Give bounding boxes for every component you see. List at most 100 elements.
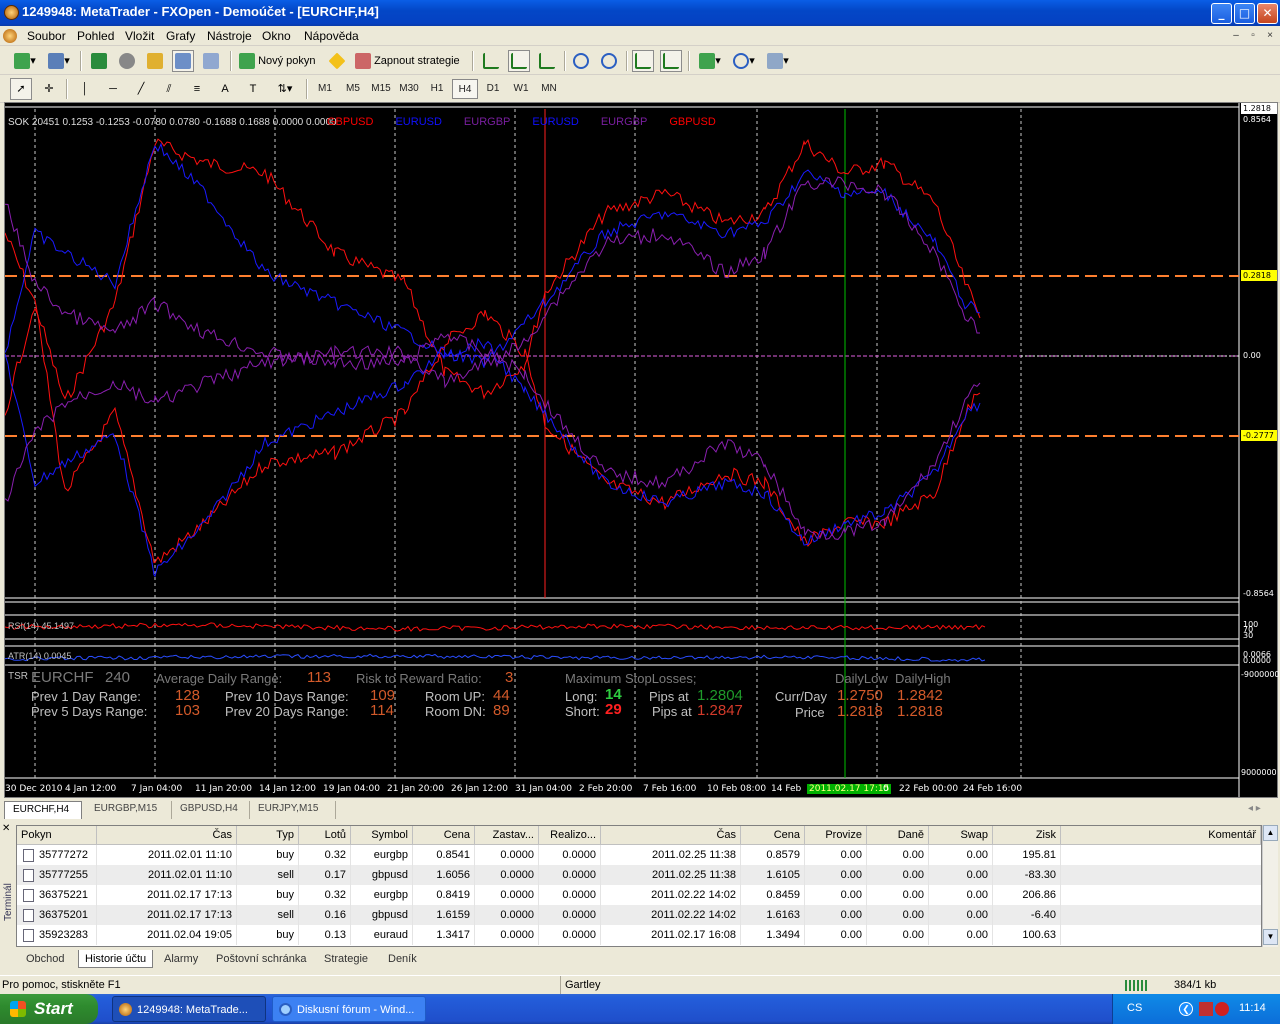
column-header[interactable]: Swap [929,826,993,845]
column-header[interactable]: Čas [601,826,741,845]
line-chart-button[interactable] [536,50,558,72]
tray-app-icon[interactable] [1199,1002,1213,1016]
column-header[interactable]: Komentář [1061,826,1261,845]
column-header[interactable]: Daně [867,826,929,845]
tab-eurjpy-m15[interactable]: EURJPY,M15 [250,801,336,819]
tab-strategie[interactable]: Strategie [318,950,374,968]
tab-eurchf-h4[interactable]: EURCHF,H4 [4,801,82,819]
column-header[interactable]: Typ [237,826,299,845]
menu-soubor[interactable]: Soubor [27,29,66,43]
arrows-tool[interactable]: ⇅▾ [270,78,300,100]
scroll-up-icon[interactable]: ▲ [1263,825,1278,841]
menu-okno[interactable]: Okno [262,29,291,43]
timeframe-m1[interactable]: M1 [312,79,338,99]
tab-denik[interactable]: Deník [382,950,423,968]
column-header[interactable]: Cena [741,826,805,845]
fibonacci-tool[interactable]: ≡ [186,78,208,100]
column-header[interactable]: Symbol [351,826,413,845]
column-header[interactable]: Realizo... [539,826,601,845]
menu-pohled[interactable]: Pohled [77,29,114,43]
column-header[interactable]: Pokyn [17,826,97,845]
metaeditor-button[interactable] [326,50,348,72]
terminal-button[interactable] [172,50,194,72]
column-header[interactable]: Čas [97,826,237,845]
menu-grafy[interactable]: Grafy [166,29,195,43]
tab-gbpusd-h4[interactable]: GBPUSD,H4 [172,801,250,819]
tabs-scroll-arrows[interactable]: ◂ ▸ [1248,803,1261,814]
menu-napoveda[interactable]: Nápověda [304,29,359,43]
scroll-down-icon[interactable]: ▼ [1263,929,1278,945]
chart-shift-button[interactable] [660,50,682,72]
table-row[interactable]: 35777255 2011.02.01 11:10 sell 0.17 gbpusd 1.… [17,865,1261,885]
enable-strategies-button[interactable]: Zapnout strategie [354,50,466,72]
chart-window[interactable]: SOK 20451 0.1253 -0.1253 -0.0780 0.0780 … [4,102,1280,798]
terminal-close-icon[interactable]: ✕ [2,823,10,834]
tsr-scale-bottom: 9000000 [1241,768,1277,777]
timeframe-m5[interactable]: M5 [340,79,366,99]
minimize-button[interactable]: _ [1211,3,1232,24]
mdi-minimize-button[interactable]: – [1228,29,1244,43]
table-row[interactable]: 36375221 2011.02.17 17:13 buy 0.32 eurgbp 0.8… [17,885,1261,905]
new-chart-button[interactable]: ▾ [8,50,42,72]
timeframe-h1[interactable]: H1 [424,79,450,99]
start-button[interactable]: Start [0,994,98,1024]
maximize-button[interactable]: □ [1234,3,1255,24]
new-order-button[interactable]: Nový pokyn [238,50,320,72]
text-label-tool[interactable]: T [242,78,264,100]
templates-button[interactable]: ▾ [762,50,794,72]
table-row[interactable]: 35923283 2011.02.04 19:05 buy 0.13 euraud 1.3… [17,925,1261,945]
table-row[interactable]: 35777272 2011.02.01 11:10 buy 0.32 eurgbp 0.8… [17,845,1261,865]
timeframe-h4[interactable]: H4 [452,79,478,99]
horizontal-line-tool[interactable]: ─ [102,78,124,100]
crosshair-tool[interactable]: ✛ [38,78,60,100]
timeframe-w1[interactable]: W1 [508,79,534,99]
document-icon[interactable] [3,29,17,43]
equidistant-channel-tool[interactable]: ⫽ [158,78,180,100]
column-header[interactable]: Cena [413,826,475,845]
task-metatrader[interactable]: 1249948: MetaTrade... [112,996,266,1022]
table-cell: eurgbp [351,845,413,865]
zoom-in-button[interactable] [570,50,592,72]
text-tool[interactable]: A [214,78,236,100]
column-header[interactable]: Zastav... [475,826,539,845]
trendline-tool[interactable]: ╱ [130,78,152,100]
cursor-tool[interactable]: ➚ [10,78,32,100]
timeframe-m30[interactable]: M30 [396,79,422,99]
tab-eurgbp-m15[interactable]: EURGBP,M15 [86,801,172,819]
column-header[interactable]: Lotů [299,826,351,845]
task-browser[interactable]: Diskusní fórum - Wind... [272,996,426,1022]
timeframe-m15[interactable]: M15 [368,79,394,99]
bar-chart-button[interactable] [480,50,502,72]
indicators-button[interactable]: ▾ [694,50,726,72]
mdi-restore-button[interactable]: ▫ [1245,29,1261,43]
favorites-button[interactable] [144,50,166,72]
zoom-out-button[interactable] [598,50,620,72]
tab-historie-uctu[interactable]: Historie účtu [78,950,154,968]
tab-alarmy[interactable]: Alarmy [158,950,204,968]
autoscroll-button[interactable] [632,50,654,72]
menu-vlozit[interactable]: Vložit [125,29,154,43]
tray-arrow-icon[interactable]: ❮ [1179,1002,1193,1016]
timeframe-d1[interactable]: D1 [480,79,506,99]
table-row[interactable]: 36375201 2011.02.17 17:13 sell 0.16 gbpusd 1.… [17,905,1261,925]
window-title-bar[interactable]: 1249948: MetaTrader - FXOpen - Demoúčet … [0,0,1280,26]
candle-chart-button[interactable] [508,50,530,72]
language-indicator[interactable]: CS [1127,1002,1142,1014]
vertical-line-tool[interactable]: │ [74,78,96,100]
column-header[interactable]: Zisk [993,826,1061,845]
timeframe-mn[interactable]: MN [536,79,562,99]
profiles-button[interactable]: ▾ [44,50,74,72]
tab-obchod[interactable]: Obchod [20,950,71,968]
history-table[interactable]: Pokyn Čas Typ Lotů Symbol Cena Zastav... Realiz… [16,825,1262,947]
column-header[interactable]: Provize [805,826,867,845]
navigator-button[interactable] [116,50,138,72]
table-scrollbar[interactable]: ▲ ▼ [1262,825,1278,947]
tray-security-icon[interactable] [1215,1002,1229,1016]
mdi-close-button[interactable]: × [1262,29,1278,43]
market-watch-button[interactable] [88,50,110,72]
close-button[interactable]: ✕ [1257,3,1278,24]
periods-button[interactable]: ▾ [728,50,760,72]
tester-button[interactable] [200,50,222,72]
menu-nastroje[interactable]: Nástroje [207,29,252,43]
tab-postovni-schranka[interactable]: Poštovní schránka [210,950,313,968]
